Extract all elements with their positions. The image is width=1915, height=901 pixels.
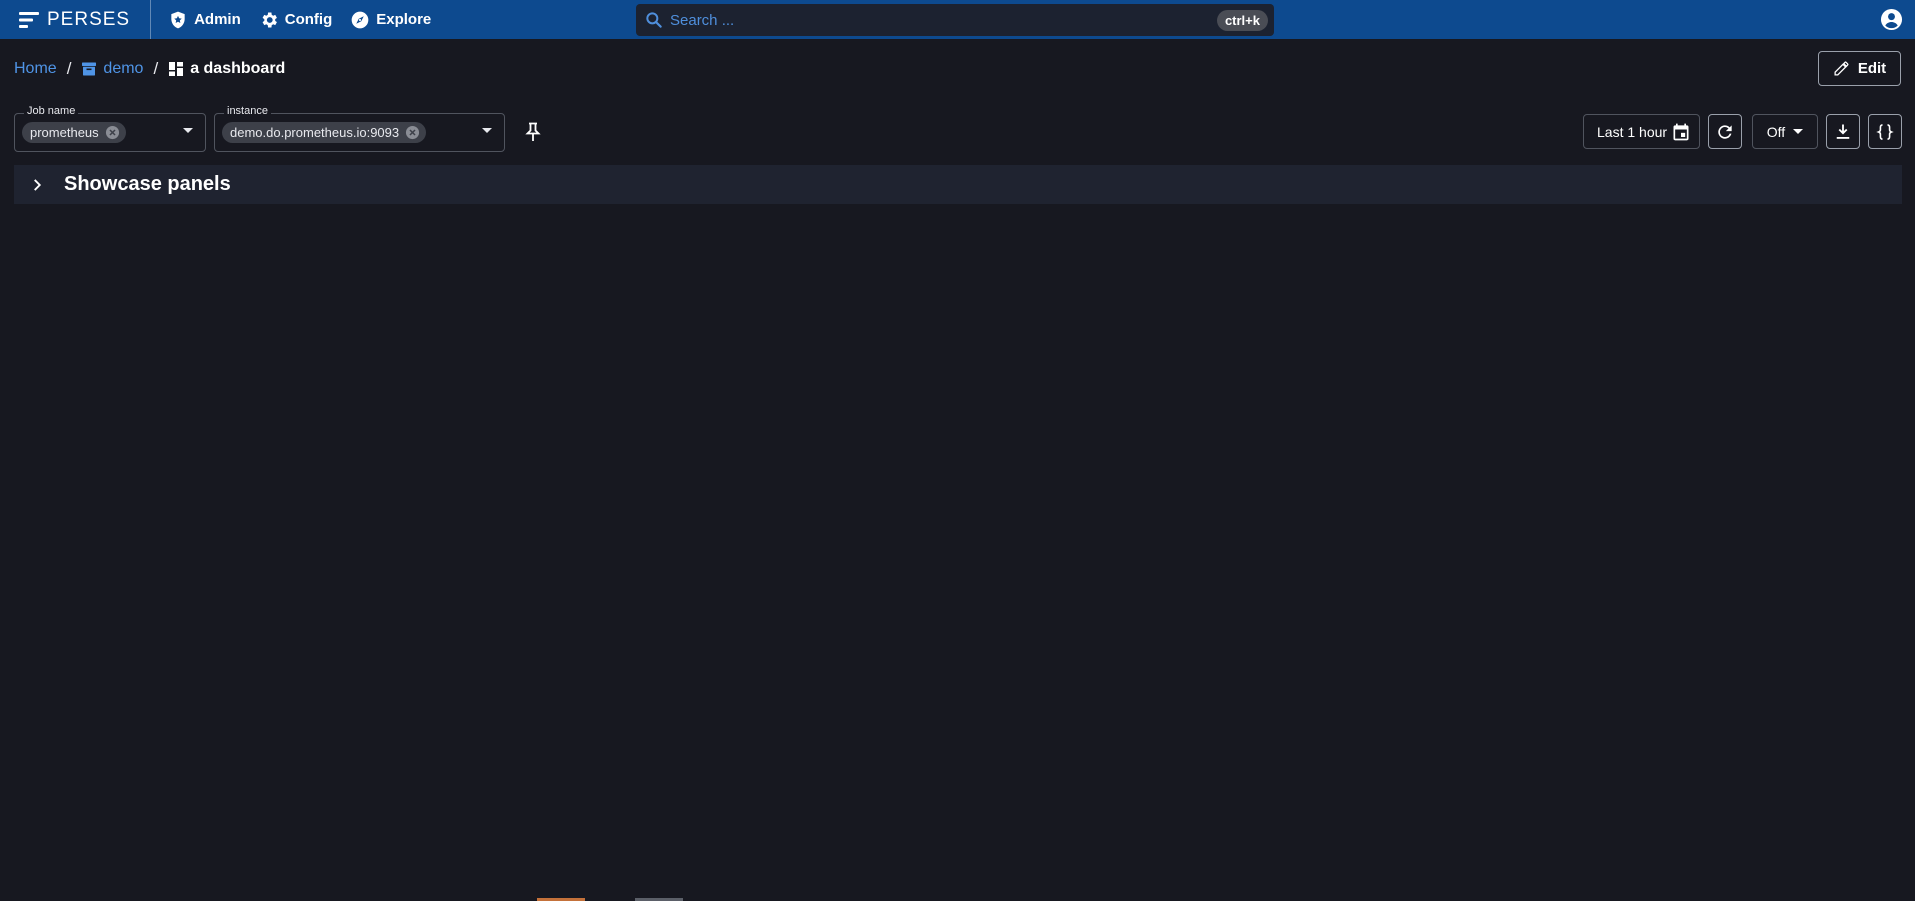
time-range-label: Last 1 hour — [1597, 123, 1668, 140]
variable-job-name-label: Job name — [24, 105, 79, 117]
code-braces-icon — [1876, 123, 1894, 140]
archive-icon — [82, 62, 97, 76]
edit-button[interactable]: Edit — [1818, 51, 1901, 86]
nav-explore-label: Explore — [376, 11, 432, 28]
variable-dropdown-arrow-icon[interactable] — [482, 128, 492, 133]
download-button[interactable] — [1826, 114, 1860, 149]
calendar-icon — [1673, 123, 1689, 140]
breadcrumb-project[interactable]: demo — [81, 60, 143, 78]
gear-icon — [262, 12, 277, 27]
search-shortcut-badge: ctrl+k — [1216, 9, 1268, 31]
main-nav: Admin Config Explore — [161, 4, 438, 36]
variable-instance-label: instance — [224, 105, 271, 117]
download-icon — [1836, 124, 1850, 139]
variable-dropdown-arrow-icon[interactable] — [183, 128, 193, 133]
chevron-down-icon — [1793, 129, 1804, 134]
remove-chip-icon[interactable] — [105, 125, 120, 140]
shield-icon — [171, 11, 185, 28]
variable-job-name[interactable]: Job name prometheus — [14, 105, 206, 152]
brand-name: PERSES — [47, 8, 131, 30]
panel-group-header[interactable]: Showcase panels — [14, 165, 1902, 204]
refresh-icon — [1718, 124, 1732, 139]
variable-value-chip: prometheus — [22, 122, 126, 143]
json-view-button[interactable] — [1868, 114, 1902, 149]
breadcrumb-separator: / — [153, 59, 159, 78]
refresh-button[interactable] — [1708, 114, 1742, 149]
pin-icon[interactable] — [524, 122, 542, 142]
chip-label: demo.do.prometheus.io:9093 — [230, 125, 400, 140]
variable-value-chip: demo.do.prometheus.io:9093 — [222, 122, 427, 143]
nav-config[interactable]: Config — [252, 4, 339, 36]
search-input[interactable] — [670, 11, 1217, 29]
chip-label: prometheus — [30, 125, 99, 140]
edit-button-label: Edit — [1857, 60, 1887, 77]
nav-config-label: Config — [284, 11, 333, 28]
account-icon[interactable] — [1880, 8, 1903, 31]
breadcrumb: Home / demo / a dashboard — [14, 58, 285, 80]
perses-logo-icon — [19, 11, 39, 28]
search-bar[interactable]: ctrl+k — [636, 4, 1274, 36]
breadcrumb-separator: / — [66, 59, 72, 78]
time-range-picker[interactable]: Last 1 hour — [1583, 114, 1700, 149]
nav-admin-label: Admin — [194, 11, 241, 28]
remove-chip-icon[interactable] — [405, 125, 420, 140]
nav-admin[interactable]: Admin — [161, 4, 248, 36]
top-navigation-bar: PERSES Admin Config Explore Search ... c… — [0, 0, 1915, 39]
nav-explore[interactable]: Explore — [343, 4, 438, 36]
chevron-right-icon[interactable] — [26, 174, 48, 196]
search-icon — [646, 12, 662, 28]
breadcrumb-home[interactable]: Home — [14, 60, 57, 78]
pencil-icon — [1834, 61, 1849, 76]
brand-home-link[interactable]: PERSES — [19, 0, 152, 39]
breadcrumb-dashboard: a dashboard — [168, 60, 285, 78]
breadcrumb-dashboard-label: a dashboard — [190, 60, 286, 77]
panel-group-title: Showcase panels — [64, 173, 231, 195]
variable-instance[interactable]: instance demo.do.prometheus.io:9093 — [214, 105, 505, 152]
refresh-interval-label: Off — [1766, 123, 1786, 140]
breadcrumb-project-label: demo — [103, 60, 144, 77]
dashboard-icon — [169, 62, 184, 76]
refresh-interval-select[interactable]: Off — [1752, 114, 1818, 149]
compass-icon — [351, 11, 369, 28]
